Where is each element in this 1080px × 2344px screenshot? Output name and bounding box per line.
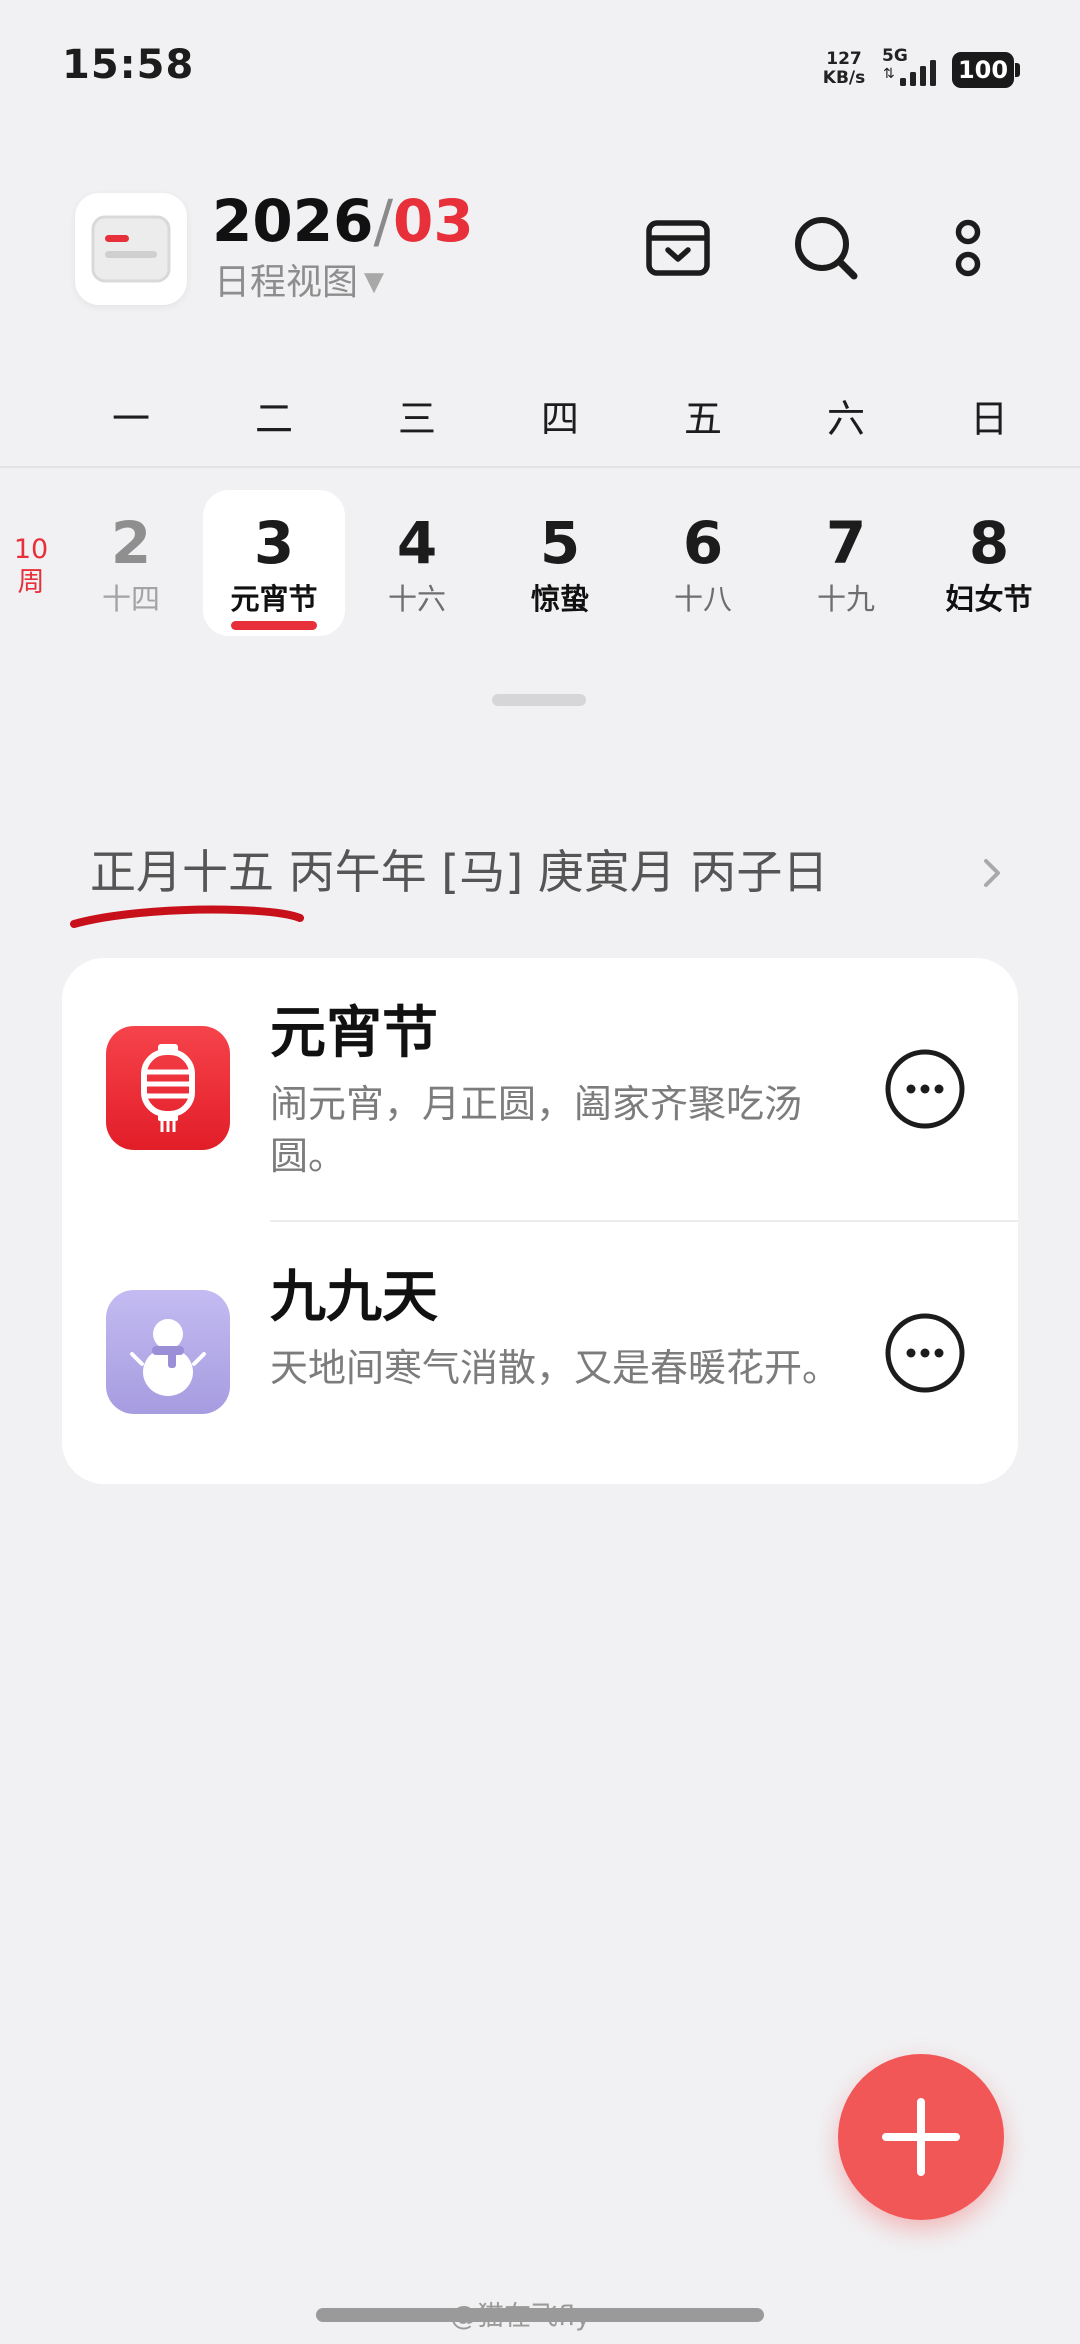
- plus-icon: [882, 2098, 960, 2176]
- snowman-icon: [106, 1290, 230, 1414]
- battery-tip: [1015, 63, 1020, 77]
- network-speed-value: 127: [826, 49, 862, 69]
- today-underline: [231, 621, 317, 630]
- day-number: 4: [396, 509, 438, 577]
- lantern-icon: [106, 1026, 230, 1150]
- ganzhi-date: 丙午年 [马] 庚寅月 丙子日: [288, 845, 829, 899]
- more-options-icon[interactable]: [930, 210, 1006, 286]
- event-title: 九九天: [270, 1265, 438, 1330]
- day-cell-3-selected[interactable]: 3 元宵节: [203, 490, 345, 636]
- day-number: 6: [682, 509, 724, 577]
- view-mode-label: 日程视图: [214, 262, 359, 303]
- weekday-wed: 三: [397, 397, 436, 441]
- week-number: 10 周: [6, 533, 56, 599]
- data-arrows-icon: ⇅: [883, 66, 895, 82]
- day-cell-2[interactable]: 2 十四: [60, 490, 202, 636]
- weekday-header: 一 二 三 四 五 六 日: [0, 388, 1080, 446]
- day-number: 5: [539, 509, 581, 577]
- dropdown-triangle-icon: ▼: [364, 267, 385, 297]
- day-cell-5[interactable]: 5 惊蛰: [489, 490, 631, 636]
- add-event-button[interactable]: [838, 2054, 1004, 2220]
- network-speed: 127 KB/s: [820, 50, 868, 88]
- day-festival: 元宵节: [230, 582, 318, 616]
- day-cell-8[interactable]: 8 妇女节: [918, 490, 1060, 636]
- event-description: 天地间寒气消散，又是春暖花开。: [270, 1346, 841, 1390]
- day-number: 3: [253, 509, 295, 577]
- signal-icon: [900, 60, 936, 86]
- event-title: 元宵节: [270, 1001, 438, 1066]
- current-month-title[interactable]: 2026/03: [212, 186, 474, 256]
- week-number-unit: 周: [17, 567, 45, 598]
- battery-indicator: 100: [952, 52, 1014, 88]
- weekday-fri: 五: [683, 397, 722, 441]
- search-icon[interactable]: [788, 210, 864, 286]
- day-number: 2: [110, 509, 152, 577]
- event-description: 闹元宵，月正圆，阖家齐聚吃汤圆。: [270, 1082, 803, 1178]
- day-cell-4[interactable]: 4 十六: [346, 490, 488, 636]
- status-time: 15:58: [62, 42, 195, 88]
- watermark: @猫在飞fly: [450, 2301, 591, 2332]
- header-year: 2026: [212, 187, 374, 255]
- chevron-right-icon[interactable]: [970, 848, 1014, 898]
- header-separator: /: [373, 187, 393, 255]
- calendar-app-icon[interactable]: [75, 193, 187, 305]
- day-lunar: 十九: [816, 582, 875, 616]
- day-cell-6[interactable]: 6 十八: [632, 490, 774, 636]
- events-card: 元宵节 闹元宵，月正圆，阖家齐聚吃汤圆。 九九天 天地间寒气消散，又是春暖花开。: [62, 958, 1018, 1484]
- view-mode-dropdown[interactable]: 日程视图 ▼: [214, 256, 384, 309]
- event-more-button[interactable]: [884, 1048, 966, 1130]
- header-month: 03: [392, 187, 474, 255]
- event-item-nine-nine-days[interactable]: 九九天 天地间寒气消散，又是春暖花开。: [62, 1222, 1018, 1484]
- calendar-card-icon: [91, 215, 171, 283]
- day-lunar: 十六: [387, 582, 446, 616]
- event-item-lantern-festival[interactable]: 元宵节 闹元宵，月正圆，阖家齐聚吃汤圆。: [62, 958, 1018, 1220]
- weekday-thu: 四: [540, 397, 579, 441]
- network-speed-unit: KB/s: [822, 68, 866, 88]
- weekday-sun: 日: [969, 397, 1008, 441]
- event-more-button[interactable]: [884, 1312, 966, 1394]
- weekday-sat: 六: [826, 397, 865, 441]
- day-lunar: 十八: [673, 582, 732, 616]
- status-bar: 15:58 127 KB/s 5G ⇅ 100: [0, 0, 1080, 140]
- day-number: 7: [825, 509, 867, 577]
- header-divider: [0, 466, 1080, 468]
- handwritten-underline-mark: [70, 905, 304, 928]
- lunar-info[interactable]: 正月十五 丙午年 [马] 庚寅月 丙子日: [90, 840, 828, 904]
- day-solar-term: 惊蛰: [530, 582, 589, 616]
- day-cell-7[interactable]: 7 十九: [775, 490, 917, 636]
- inbox-icon[interactable]: [640, 210, 716, 286]
- week-number-value: 10: [13, 534, 49, 565]
- day-festival: 妇女节: [945, 582, 1033, 616]
- weekday-mon: 一: [111, 397, 150, 441]
- day-number: 8: [968, 509, 1010, 577]
- day-lunar: 十四: [101, 582, 160, 616]
- lunar-date: 正月十五: [90, 845, 274, 899]
- weekday-tue: 二: [254, 397, 293, 441]
- drag-handle[interactable]: [492, 694, 586, 706]
